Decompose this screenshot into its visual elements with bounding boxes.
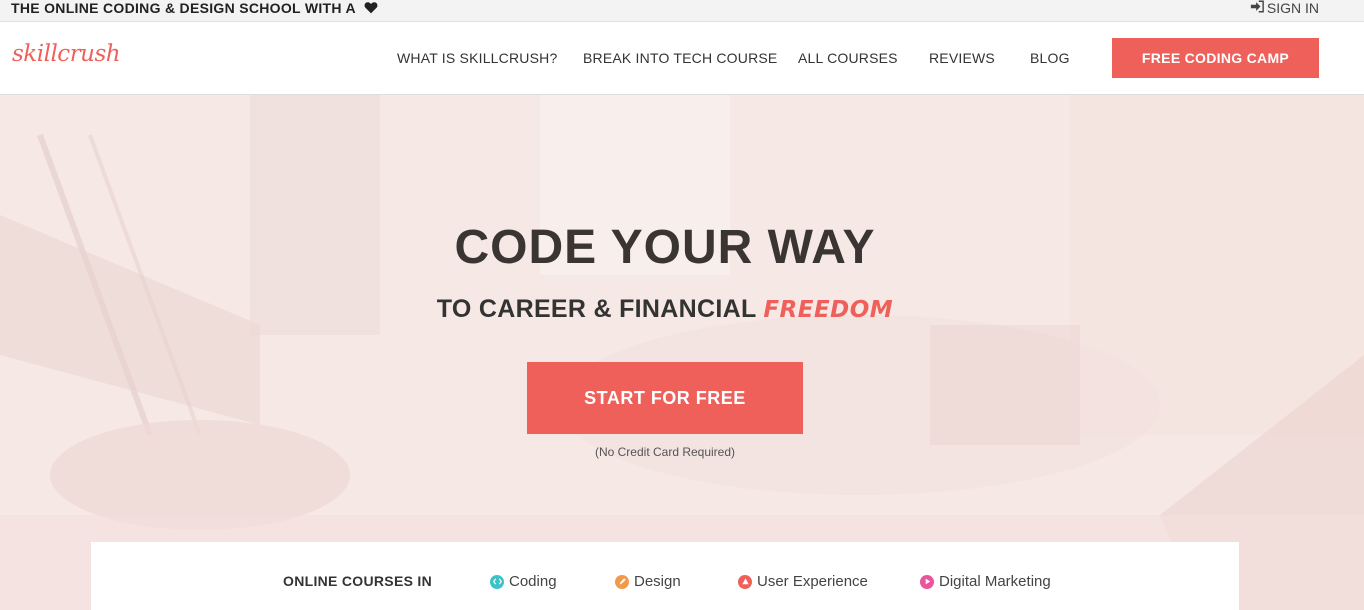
course-coding-link[interactable]: Coding [490, 573, 557, 590]
free-coding-camp-button[interactable]: FREE CODING CAMP [1112, 38, 1319, 78]
course-user-experience-link[interactable]: User Experience [738, 573, 868, 590]
online-courses-strip: ONLINE COURSES IN Coding Design User Exp… [91, 542, 1239, 610]
course-digital-marketing-label: Digital Marketing [939, 573, 1051, 590]
sign-in-icon [1250, 0, 1264, 16]
play-icon [920, 574, 934, 589]
course-user-experience-label: User Experience [757, 573, 868, 590]
heart-icon [364, 1, 378, 14]
online-courses-label: ONLINE COURSES IN [283, 573, 433, 589]
nav-blog[interactable]: BLOG [1030, 50, 1070, 66]
course-design-link[interactable]: Design [615, 573, 681, 590]
hero-accent-word: FREEDOM [763, 297, 894, 323]
nav-break-into-tech-course[interactable]: BREAK INTO TECH COURSE [583, 50, 777, 66]
hero-section: CODE YOUR WAY TO CAREER & FINANCIAL FREE… [0, 95, 1364, 610]
pencil-icon [615, 574, 629, 589]
ux-triangle-icon [738, 574, 752, 589]
start-for-free-button[interactable]: START FOR FREE [527, 362, 803, 434]
logo[interactable]: skillcrush [12, 41, 121, 67]
nav-reviews[interactable]: REVIEWS [929, 50, 995, 66]
sign-in-link[interactable]: SIGN IN [1250, 0, 1319, 16]
nav-what-is-skillcrush[interactable]: WHAT IS SKILLCRUSH? [397, 50, 557, 66]
hero-background-photo [0, 95, 1364, 610]
tagline: THE ONLINE CODING & DESIGN SCHOOL WITH A [11, 0, 378, 16]
sign-in-label: SIGN IN [1266, 0, 1319, 16]
nav-all-courses[interactable]: ALL COURSES [798, 50, 898, 66]
top-announcement-bar: THE ONLINE CODING & DESIGN SCHOOL WITH A… [0, 0, 1364, 22]
course-digital-marketing-link[interactable]: Digital Marketing [920, 573, 1051, 590]
code-icon [490, 574, 504, 589]
tagline-text: THE ONLINE CODING & DESIGN SCHOOL WITH A [11, 0, 356, 16]
course-design-label: Design [634, 573, 681, 590]
hero-subline-text: TO CAREER & FINANCIAL [436, 295, 757, 323]
main-header: skillcrush WHAT IS SKILLCRUSH? BREAK INT… [0, 22, 1364, 95]
hero-subline: TO CAREER & FINANCIAL FREEDOM [0, 295, 1330, 324]
no-credit-card-note: (No Credit Card Required) [594, 445, 736, 459]
hero-headline: CODE YOUR WAY [454, 221, 876, 274]
course-coding-label: Coding [509, 573, 557, 590]
